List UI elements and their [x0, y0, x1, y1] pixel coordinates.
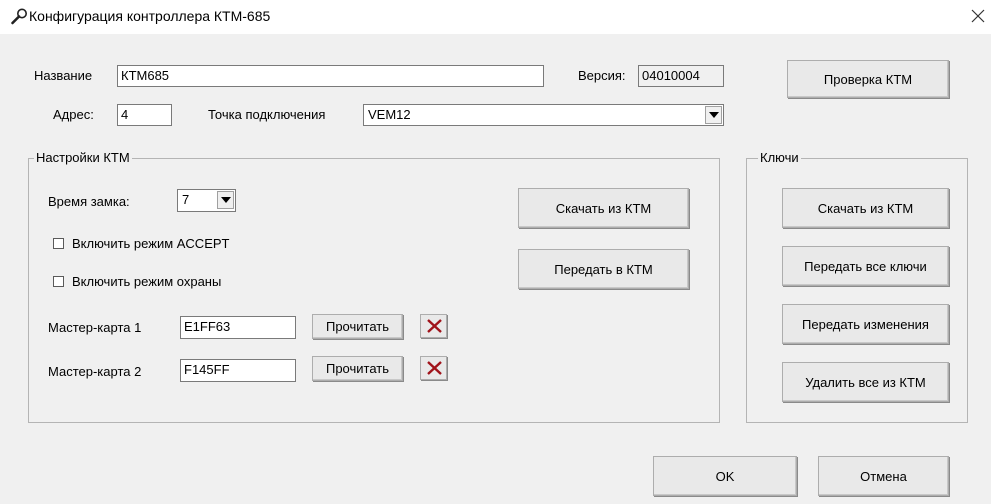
- close-icon[interactable]: [968, 6, 988, 26]
- delete-x-icon: [427, 319, 442, 333]
- settings-download-button[interactable]: Скачать из КТМ: [518, 188, 689, 228]
- address-field[interactable]: 4: [117, 104, 172, 126]
- lock-time-value: 7: [182, 192, 190, 207]
- keys-download-button[interactable]: Скачать из КТМ: [782, 188, 949, 228]
- ok-button[interactable]: OK: [653, 456, 797, 496]
- master1-delete-button[interactable]: [420, 314, 447, 338]
- delete-x-icon: [427, 361, 442, 375]
- accept-mode-checkbox[interactable]: Включить режим ACCEPT: [53, 236, 229, 251]
- name-label: Название: [34, 68, 93, 83]
- master2-read-button[interactable]: Прочитать: [312, 356, 403, 381]
- chevron-down-icon[interactable]: [705, 106, 722, 124]
- checkbox-box[interactable]: [53, 276, 64, 287]
- master2-delete-button[interactable]: [420, 356, 447, 380]
- checkbox-box[interactable]: [53, 238, 64, 249]
- keys-upload-all-button[interactable]: Передать все ключи: [782, 246, 949, 286]
- window-title: Конфигурация контроллера КТМ-685: [29, 8, 271, 24]
- address-label: Адрес:: [53, 107, 94, 122]
- guard-mode-label: Включить режим охраны: [72, 274, 222, 289]
- chevron-down-icon[interactable]: [217, 191, 234, 209]
- title-bar: Конфигурация контроллера КТМ-685: [0, 0, 991, 34]
- version-label: Версия:: [578, 68, 626, 83]
- name-field[interactable]: КТМ685: [117, 65, 544, 87]
- keys-group-title: Ключи: [758, 150, 801, 166]
- wrench-icon: [10, 8, 28, 26]
- guard-mode-checkbox[interactable]: Включить режим охраны: [53, 274, 221, 289]
- master1-read-button[interactable]: Прочитать: [312, 314, 403, 339]
- settings-group-title: Настройки КТМ: [34, 150, 132, 166]
- master1-field[interactable]: E1FF63: [180, 316, 296, 339]
- version-field: 04010004: [638, 65, 724, 87]
- keys-delete-all-button[interactable]: Удалить все из КТМ: [782, 362, 949, 402]
- connection-select[interactable]: VEM12: [363, 104, 724, 126]
- check-ktm-button[interactable]: Проверка КТМ: [787, 60, 949, 98]
- accept-mode-label: Включить режим ACCEPT: [72, 236, 230, 251]
- keys-upload-changes-button[interactable]: Передать изменения: [782, 304, 949, 344]
- master2-label: Мастер-карта 2: [48, 364, 142, 379]
- lock-time-label: Время замка:: [48, 194, 130, 209]
- lock-time-select[interactable]: 7: [177, 189, 236, 212]
- settings-upload-button[interactable]: Передать в КТМ: [518, 249, 689, 289]
- connection-value: VEM12: [368, 107, 411, 122]
- master1-label: Мастер-карта 1: [48, 320, 142, 335]
- master2-field[interactable]: F145FF: [180, 359, 296, 382]
- cancel-button[interactable]: Отмена: [818, 456, 949, 496]
- connection-label: Точка подключения: [208, 107, 326, 122]
